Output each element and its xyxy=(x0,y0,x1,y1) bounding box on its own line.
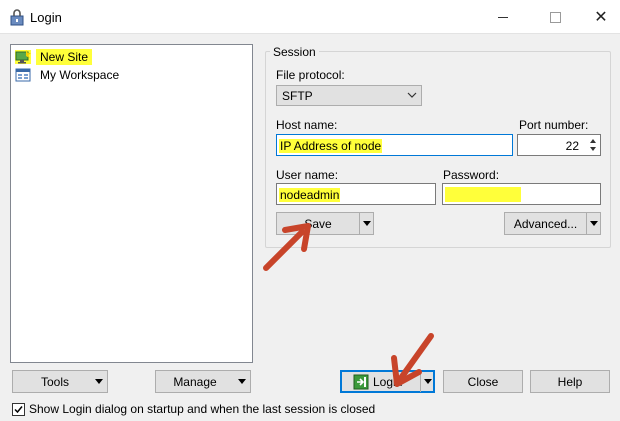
tools-button-label: Tools xyxy=(40,374,69,389)
password-label: Password: xyxy=(443,168,500,182)
workspace-icon xyxy=(15,68,31,82)
manage-button[interactable]: Manage xyxy=(155,370,251,393)
chevron-down-icon xyxy=(407,92,417,98)
new-site-icon xyxy=(15,50,31,64)
port-number-input[interactable]: 22 xyxy=(517,134,601,156)
save-dropdown[interactable] xyxy=(359,213,373,234)
dropdown-arrow-icon xyxy=(238,379,246,384)
file-protocol-value: SFTP xyxy=(282,89,313,103)
save-button-label: Save xyxy=(304,216,332,231)
save-button[interactable]: Save xyxy=(276,212,374,235)
show-login-label: Show Login dialog on startup and when th… xyxy=(29,402,376,416)
login-icon xyxy=(353,374,369,389)
window-title: Login xyxy=(30,10,62,25)
session-group-title: Session xyxy=(270,45,319,59)
file-protocol-label: File protocol: xyxy=(276,68,345,82)
port-number-value: 22 xyxy=(565,139,579,153)
password-input[interactable] xyxy=(442,183,601,205)
dropdown-arrow-icon xyxy=(589,221,598,226)
user-name-label: User name: xyxy=(276,168,339,182)
login-dropdown[interactable] xyxy=(420,371,434,392)
maximize-button[interactable] xyxy=(532,0,578,34)
login-button-label: Login xyxy=(373,374,403,389)
user-name-input[interactable]: nodeadmin xyxy=(276,183,436,205)
show-login-checkbox-row[interactable]: Show Login dialog on startup and when th… xyxy=(12,402,375,416)
tools-button[interactable]: Tools xyxy=(12,370,108,393)
port-number-label: Port number: xyxy=(519,118,589,132)
advanced-dropdown[interactable] xyxy=(586,213,600,234)
dropdown-arrow-icon xyxy=(95,379,103,384)
host-name-label: Host name: xyxy=(276,118,338,132)
minimize-button[interactable] xyxy=(480,0,526,34)
host-name-input[interactable]: IP Address of node xyxy=(276,134,513,156)
tree-item-label: New Site xyxy=(36,49,93,65)
tools-dropdown xyxy=(91,379,107,384)
show-login-checkbox[interactable] xyxy=(12,402,25,416)
tree-item-new-site[interactable]: New Site xyxy=(15,48,93,66)
file-protocol-select[interactable]: SFTP xyxy=(276,85,422,106)
dropdown-arrow-icon xyxy=(423,379,432,384)
advanced-button[interactable]: Advanced... xyxy=(504,212,601,235)
close-window-button[interactable]: ✕ xyxy=(578,0,620,34)
dropdown-arrow-icon xyxy=(362,221,371,226)
help-button-label: Help xyxy=(557,374,583,389)
site-tree[interactable]: New Site My Workspace xyxy=(10,44,253,363)
manage-dropdown xyxy=(234,379,250,384)
host-name-value: IP Address of node xyxy=(279,139,383,153)
manage-button-label: Manage xyxy=(173,374,217,389)
user-name-value: nodeadmin xyxy=(279,188,341,202)
tree-item-label: My Workspace xyxy=(40,68,120,82)
tree-item-my-workspace[interactable]: My Workspace xyxy=(15,66,123,84)
advanced-button-label: Advanced... xyxy=(513,216,578,231)
title-bar: Login ✕ xyxy=(0,0,620,34)
help-button[interactable]: Help xyxy=(530,370,610,393)
close-button-label: Close xyxy=(467,374,499,389)
password-value xyxy=(445,187,521,202)
spinner-icon[interactable] xyxy=(587,136,599,154)
checkmark-icon xyxy=(14,405,23,413)
login-button[interactable]: Login xyxy=(340,370,435,393)
app-icon xyxy=(10,9,24,26)
close-button[interactable]: Close xyxy=(443,370,523,393)
